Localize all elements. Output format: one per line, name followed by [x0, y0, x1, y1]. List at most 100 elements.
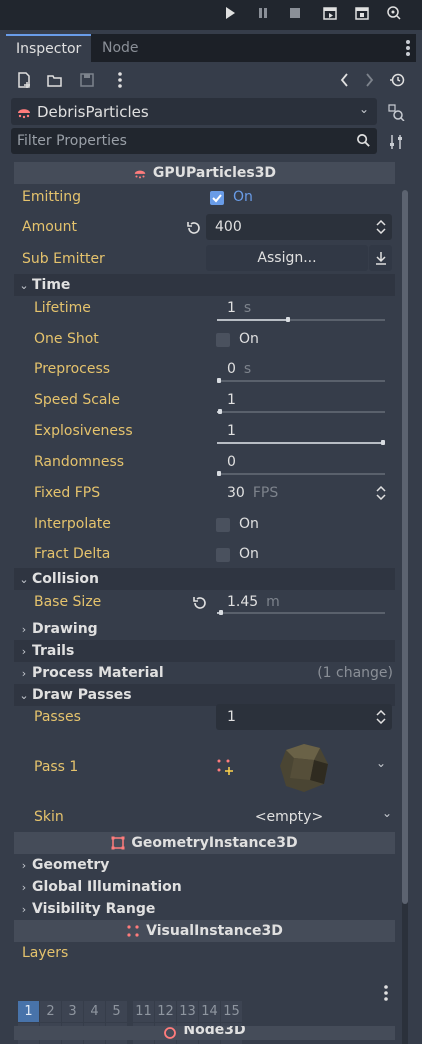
inspector-content: DebrisParticles ⌄ GPUParticles3D Emittin…: [6, 62, 416, 1044]
resource-menu-icon[interactable]: [111, 71, 129, 89]
history-icon[interactable]: [388, 71, 406, 89]
group-draw-passes[interactable]: ⌄ Draw Passes: [14, 684, 395, 706]
mesh-preview[interactable]: [274, 736, 336, 798]
sliders-icon[interactable]: [387, 133, 405, 151]
preprocess-label: Preprocess: [34, 361, 111, 377]
history-back-icon[interactable]: [336, 71, 354, 89]
one-shot-label: One Shot: [34, 331, 99, 347]
chevron-down-icon: ⌄: [358, 102, 369, 116]
lifetime-unit: s: [243, 300, 252, 316]
layer-2[interactable]: 2: [40, 1001, 61, 1022]
updown-arrows-icon[interactable]: [376, 485, 386, 504]
layer-11[interactable]: 11: [133, 1001, 154, 1022]
fract-delta-checkbox[interactable]: [216, 548, 230, 562]
dock-menu-icon[interactable]: [406, 40, 412, 56]
fixed-fps-spinbox[interactable]: 30 FPS: [216, 480, 392, 506]
layer-4[interactable]: 4: [84, 1001, 105, 1022]
layer-1[interactable]: 1: [18, 1001, 39, 1022]
revert-icon[interactable]: [192, 595, 208, 615]
group-global-illumination[interactable]: › Global Illumination: [14, 876, 395, 898]
randomness-slider[interactable]: 0: [216, 449, 392, 475]
speed-scale-slider[interactable]: 1: [216, 387, 392, 413]
skin-label: Skin: [34, 809, 64, 825]
chevron-right-icon: ›: [21, 622, 27, 636]
section-node3d: Node3D: [14, 1026, 395, 1040]
updown-arrows-icon[interactable]: [376, 709, 386, 728]
layers-menu-icon[interactable]: [383, 984, 389, 1006]
section-gpu-particles: GPUParticles3D: [14, 162, 395, 184]
base-size-label: Base Size: [34, 594, 102, 610]
emitting-checkbox[interactable]: [210, 191, 224, 205]
layers-label: Layers: [22, 945, 69, 961]
passes-label: Passes: [34, 709, 81, 725]
chevron-right-icon: ›: [21, 644, 27, 658]
object-properties-icon[interactable]: [387, 103, 405, 122]
chevron-down-icon[interactable]: ⌄: [376, 756, 386, 770]
group-collision[interactable]: ⌄ Collision: [14, 568, 395, 590]
chevron-down-icon[interactable]: ⌄: [382, 806, 392, 820]
play-custom-scene-icon[interactable]: [350, 4, 374, 22]
group-geometry[interactable]: › Geometry: [14, 854, 395, 876]
assign-button[interactable]: Assign...: [206, 245, 368, 271]
speed-scale-value: 1: [227, 392, 236, 408]
chevron-down-icon: ⌄: [19, 572, 29, 586]
load-resource-icon[interactable]: [46, 71, 64, 89]
preprocess-track[interactable]: [217, 378, 385, 383]
layer-3[interactable]: 3: [62, 1001, 83, 1022]
lifetime-slider[interactable]: 1s: [216, 295, 392, 321]
tab-node[interactable]: Node: [92, 34, 149, 62]
group-process-material[interactable]: › Process Material (1 change): [14, 662, 395, 684]
revert-icon[interactable]: [186, 220, 202, 240]
preprocess-unit: s: [243, 361, 252, 377]
passes-spinbox[interactable]: 1: [216, 704, 392, 730]
preprocess-slider[interactable]: 0s: [216, 356, 392, 382]
dock-tabs: Inspector Node: [6, 34, 416, 62]
layer-12[interactable]: 12: [155, 1001, 176, 1022]
play-scene-icon[interactable]: [318, 4, 342, 22]
emitting-value: On: [233, 189, 253, 205]
layer-15[interactable]: 15: [221, 1001, 242, 1022]
group-drawing[interactable]: › Drawing: [14, 618, 395, 640]
tab-inspector[interactable]: Inspector: [6, 34, 92, 62]
interpolate-checkbox[interactable]: [216, 518, 230, 532]
lifetime-track[interactable]: [217, 317, 385, 322]
fixed-fps-label: Fixed FPS: [34, 485, 101, 501]
group-geometry-label: Geometry: [32, 857, 110, 873]
mesh-icon: [216, 758, 234, 780]
node-selector[interactable]: DebrisParticles ⌄: [11, 98, 377, 125]
base-size-track[interactable]: [217, 610, 385, 615]
play-icon[interactable]: [218, 4, 242, 22]
filter-input[interactable]: [17, 133, 347, 149]
history-forward-icon[interactable]: [360, 71, 378, 89]
scrollbar-thumb[interactable]: [402, 190, 408, 904]
section-title: VisualInstance3D: [146, 923, 283, 939]
layer-14[interactable]: 14: [199, 1001, 220, 1022]
explosiveness-slider[interactable]: 1: [216, 418, 392, 444]
new-resource-icon[interactable]: [15, 71, 33, 89]
speed-scale-track[interactable]: [217, 409, 385, 414]
amount-spinbox[interactable]: 400: [206, 214, 392, 240]
group-visibility-range[interactable]: › Visibility Range: [14, 898, 395, 920]
group-time[interactable]: ⌄ Time: [14, 274, 395, 296]
skin-resource[interactable]: <empty> ⌄: [216, 804, 392, 830]
scrollbar[interactable]: [402, 190, 408, 1044]
movie-maker-icon[interactable]: [382, 4, 406, 22]
fract-delta-value: On: [239, 546, 259, 562]
group-trails[interactable]: › Trails: [14, 640, 395, 662]
pick-icon: [375, 252, 386, 265]
save-resource-icon[interactable]: [78, 71, 96, 89]
geometry-instance-icon: [111, 836, 125, 850]
filter-properties[interactable]: [11, 128, 377, 154]
layer-5[interactable]: 5: [106, 1001, 127, 1022]
explosiveness-label: Explosiveness: [34, 423, 133, 439]
pick-node-button[interactable]: [369, 245, 392, 271]
stop-icon[interactable]: [283, 4, 307, 22]
layer-13[interactable]: 13: [177, 1001, 198, 1022]
one-shot-checkbox[interactable]: [216, 333, 230, 347]
updown-arrows-icon[interactable]: [376, 219, 386, 238]
pass1-label: Pass 1: [34, 759, 79, 775]
pause-icon[interactable]: [251, 4, 275, 22]
randomness-track[interactable]: [217, 471, 385, 476]
explosiveness-track[interactable]: [217, 440, 385, 445]
fixed-fps-unit: FPS: [252, 485, 279, 501]
